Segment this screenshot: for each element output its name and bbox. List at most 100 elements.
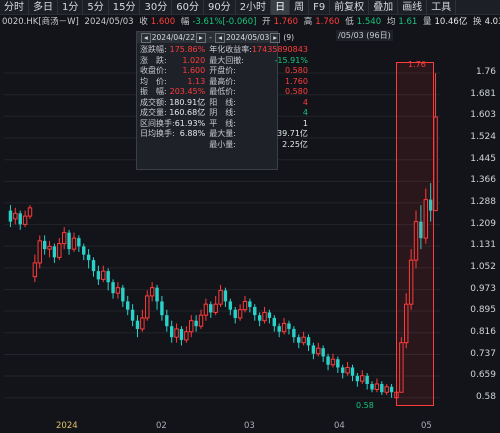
stat-value: 1.020 — [182, 55, 206, 65]
stat-label: 平 线: — [209, 118, 236, 128]
candle-body — [253, 306, 257, 316]
stat-row: 收盘价: 1.600 — [140, 66, 205, 77]
candle-body — [27, 207, 33, 217]
candle-body — [184, 331, 189, 341]
end-date-dec[interactable]: ◂ — [215, 33, 226, 43]
stat-label: 均 价: — [140, 76, 167, 86]
y-tick-label: 0.737 — [470, 348, 496, 359]
stat-row: 涨 跌: 1.020 — [140, 56, 205, 67]
open-label: 开 — [262, 17, 271, 27]
popup-start-date[interactable]: 2024/04/22 — [152, 33, 195, 42]
selected-range-box[interactable] — [396, 62, 434, 406]
candle-body — [8, 210, 13, 222]
candle-body — [57, 243, 62, 258]
period-tab-6[interactable]: 60分 — [172, 0, 204, 15]
candle-body — [370, 383, 374, 390]
period-tab-3[interactable]: 5分 — [83, 0, 109, 15]
period-tab-5[interactable]: 30分 — [140, 0, 173, 15]
x-tick-label: 05 — [421, 421, 432, 431]
period-tab-9[interactable]: 日 — [271, 0, 291, 15]
candle-body — [86, 254, 91, 261]
candle-body — [223, 290, 228, 302]
candle-body — [272, 317, 277, 327]
candle-body — [115, 287, 121, 294]
close-label: 收 — [139, 17, 148, 27]
stat-value: 4 — [302, 97, 308, 107]
stat-value: 160.68亿 — [169, 108, 206, 117]
candle-body — [433, 116, 438, 212]
period-tab-15[interactable]: 工具 — [427, 0, 457, 15]
candle-body — [194, 320, 198, 327]
candle-body — [135, 320, 140, 329]
period-tab-13[interactable]: 叠加 — [369, 0, 399, 15]
candle-body — [380, 383, 384, 393]
low-value: 1.540 — [356, 17, 382, 27]
period-tab-4[interactable]: 15分 — [109, 0, 141, 15]
y-tick-label: 1.524 — [470, 131, 496, 142]
candle-body — [174, 328, 179, 338]
popup-title: ◂ 2024/04/22 ▸ - ◂ 2024/05/03 ▸ (9) — [137, 32, 294, 43]
period-tab-2[interactable]: 1分 — [58, 0, 84, 15]
period-toolbar: 分时 多日 1分 5分 15分 30分 60分 90分 2小时日周 F9 前复权 叠加 画线 工具 — [0, 0, 500, 15]
x-tick-label: 2024 — [56, 421, 78, 431]
candle-body — [155, 287, 159, 302]
volume-value: 10.46亿 — [434, 17, 468, 27]
stat-row: 平 线: 1 — [209, 119, 308, 130]
candle-body — [277, 326, 281, 332]
candle-body — [237, 309, 243, 319]
start-date-inc[interactable]: ▸ — [196, 33, 206, 43]
stat-label: 最低价: — [209, 87, 236, 96]
candle-body — [37, 240, 42, 264]
y-tick-label: 1.445 — [470, 153, 496, 164]
period-tab-14[interactable]: 画线 — [398, 0, 428, 15]
stat-label: 成交量: — [140, 108, 167, 117]
candle-body — [209, 304, 213, 313]
candle-body — [145, 295, 150, 319]
candle-body — [198, 314, 204, 327]
candle-body — [169, 326, 174, 338]
end-date-inc[interactable]: ▸ — [270, 33, 281, 43]
candle-body — [61, 232, 67, 245]
y-tick-label: 0.895 — [470, 305, 496, 316]
candle-body — [345, 366, 350, 374]
turnover-label: 换 — [473, 17, 482, 27]
y-tick-label: 1.209 — [470, 218, 496, 229]
candle-body — [82, 246, 86, 255]
stat-row: 开盘价: 0.580 — [209, 66, 308, 77]
period-tab-11[interactable]: F9 — [309, 0, 331, 15]
candle-body — [203, 303, 209, 316]
stat-value: 1.13 — [187, 76, 206, 86]
period-tab-8[interactable]: 2小时 — [236, 0, 272, 15]
period-tab-1[interactable]: 多日 — [29, 0, 58, 15]
popup-end-date[interactable]: 2024/05/03 — [226, 33, 269, 42]
candle-body — [341, 367, 345, 373]
period-tab-10[interactable]: 周 — [290, 0, 310, 15]
candle-body — [140, 317, 145, 330]
stock-code[interactable]: 0020.HK[商汤－W] — [2, 17, 79, 27]
candle-body — [160, 301, 164, 316]
stat-row: 日均换手: 6.88% — [140, 129, 205, 140]
y-tick-label: 0.816 — [470, 326, 496, 337]
candle-body — [228, 301, 233, 310]
period-tab-7[interactable]: 90分 — [204, 0, 236, 15]
candle-body — [101, 270, 106, 280]
candle-body — [165, 315, 169, 327]
candle-body — [18, 213, 22, 225]
stat-value: 0.580 — [285, 87, 308, 96]
stat-label: 阴 线: — [209, 108, 236, 117]
stat-row: 最高价: 1.760 — [209, 77, 308, 88]
candle-body — [389, 386, 394, 393]
candle-body — [13, 212, 18, 220]
period-tab-12[interactable]: 前复权 — [330, 0, 370, 15]
y-tick-label: 1.76 — [475, 67, 496, 77]
start-date-dec[interactable]: ◂ — [141, 33, 151, 43]
candle-body — [336, 359, 340, 368]
period-tab-0[interactable]: 分时 — [0, 0, 29, 15]
stat-label: 涨 跌: — [140, 55, 167, 65]
stat-label: 区间换手: — [140, 118, 175, 128]
stat-row: 振 幅: 203.45% — [140, 87, 205, 98]
stat-row: 涨跌幅: 175.86% — [140, 45, 205, 56]
candle-body — [374, 383, 380, 390]
candle-body — [149, 287, 155, 297]
candle-body — [233, 309, 237, 318]
